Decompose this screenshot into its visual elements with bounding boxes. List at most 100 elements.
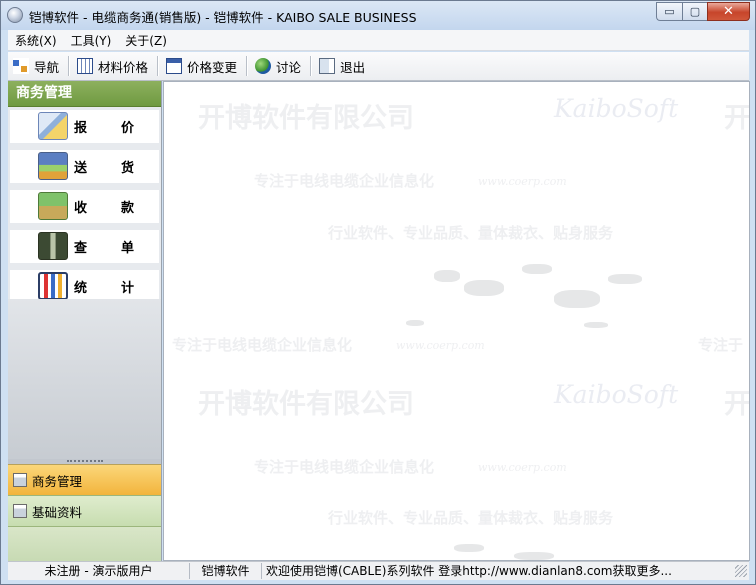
globe-icon <box>255 58 272 74</box>
app-icon[interactable] <box>7 7 23 23</box>
splash-blob <box>406 320 424 326</box>
navigation-panel: 商务管理 报价 送货 收款 查单 统计 商务管理 基础资料 <box>8 81 162 562</box>
toolbar-navigation-label: 导航 <box>34 59 60 75</box>
module-label-char: 收 <box>74 201 88 216</box>
panel-tab-label: 基础资料 <box>32 504 83 520</box>
module-item-search[interactable]: 查单 <box>10 230 159 263</box>
main-workspace: 开博软件有限公司 KaiboSoft 开 专注于电线电缆企业信息化 www.co… <box>163 81 750 561</box>
module-label-char: 统 <box>74 281 88 296</box>
module-label: 送货 <box>74 157 134 176</box>
clipboard-icon <box>13 473 27 487</box>
grip-dots <box>66 459 103 464</box>
watermark-service: 行业软件、专业品质、量体裁衣、贴身服务 <box>328 509 614 527</box>
delivery-truck-icon <box>38 152 68 180</box>
toolbar-navigation-button[interactable]: 导航 <box>8 54 66 78</box>
module-label-char: 查 <box>74 241 88 256</box>
title-bar[interactable]: 铠博软件 - 电缆商务通(销售版) - 铠博软件 - KAIBO SALE BU… <box>1 1 755 30</box>
menu-about[interactable]: 关于(Z) <box>118 32 174 49</box>
toolbar-separator <box>310 56 313 76</box>
cash-icon <box>38 192 68 220</box>
splash-blob <box>608 274 642 284</box>
watermark-slogan: 专注于电线电缆企业信息化 <box>254 458 435 476</box>
toolbar-discuss-label: 讨论 <box>276 59 302 75</box>
watermark-logo: KaiboSoft <box>554 94 679 123</box>
module-label-char: 送 <box>74 161 88 176</box>
splash-blob <box>514 552 554 560</box>
splash-blob <box>434 270 460 282</box>
watermark-logo: KaiboSoft <box>554 380 679 409</box>
watermark-company: 开博软件有限公司 <box>198 103 414 134</box>
module-item-delivery[interactable]: 送货 <box>10 150 159 183</box>
module-label-char: 价 <box>120 121 134 136</box>
watermark-company: 开博软件有限公司 <box>198 389 414 420</box>
navigation-icon <box>13 58 29 74</box>
toolbar-material-price-button[interactable]: 材料价格 <box>72 54 155 78</box>
maximize-button[interactable]: ▢ <box>682 2 707 21</box>
watermark-company-partial: 开 <box>724 389 750 420</box>
grid-icon <box>77 58 94 74</box>
splash-blob <box>584 322 608 328</box>
window-controls: ▭ ▢ ✕ <box>656 2 750 21</box>
module-item-quote[interactable]: 报价 <box>10 110 159 143</box>
panel-empty-area <box>8 299 161 463</box>
module-label: 报价 <box>74 117 134 136</box>
watermark-slogan: 专注于电线电缆企业信息化 <box>254 172 435 190</box>
module-label-char: 单 <box>120 241 134 256</box>
status-registration: 未注册 - 演示版用户 <box>8 563 190 579</box>
status-bar: 未注册 - 演示版用户 铠博软件 欢迎使用铠博(CABLE)系列软件 登录htt… <box>8 561 749 580</box>
minimize-icon: ▭ <box>664 5 675 18</box>
splash-graphic <box>394 250 674 340</box>
menu-system[interactable]: 系统(X) <box>8 32 64 49</box>
splash-blob <box>554 290 600 308</box>
panel-tab-label: 商务管理 <box>32 473 83 489</box>
toolbar-discuss-button[interactable]: 讨论 <box>250 54 308 78</box>
panel-tab-basic-data[interactable]: 基础资料 <box>8 495 161 526</box>
menu-tools[interactable]: 工具(Y) <box>64 32 119 49</box>
app-window: 铠博软件 - 电缆商务通(销售版) - 铠博软件 - KAIBO SALE BU… <box>0 0 756 585</box>
minimize-button[interactable]: ▭ <box>656 2 682 21</box>
toolbar-separator <box>246 56 249 76</box>
window-title: 铠博软件 - 电缆商务通(销售版) - 铠博软件 - KAIBO SALE BU… <box>29 10 417 25</box>
toolbar-material-price-label: 材料价格 <box>98 59 149 75</box>
resize-grip-icon[interactable] <box>735 565 747 577</box>
bar-chart-icon <box>38 272 68 300</box>
module-list: 报价 送货 收款 查单 统计 <box>8 107 161 303</box>
close-icon: ✕ <box>723 4 734 19</box>
toolbar-separator <box>68 56 71 76</box>
module-label: 统计 <box>74 277 134 296</box>
watermark-company-partial: 开 <box>724 103 750 134</box>
splash-blob <box>522 264 552 274</box>
module-item-payment[interactable]: 收款 <box>10 190 159 223</box>
watermark-slogan-partial: 专注于 <box>698 336 744 354</box>
module-label-char: 报 <box>74 121 88 136</box>
module-label-char: 货 <box>120 161 134 176</box>
binoculars-icon <box>38 232 68 260</box>
close-button[interactable]: ✕ <box>707 2 750 21</box>
module-label-char: 款 <box>120 201 134 216</box>
splash-blob <box>454 544 484 552</box>
watermark-service: 行业软件、专业品质、量体裁衣、贴身服务 <box>328 224 614 242</box>
module-label: 查单 <box>74 237 134 256</box>
exit-icon <box>319 58 336 74</box>
module-label-char: 计 <box>120 281 134 296</box>
quote-icon <box>38 112 68 140</box>
document-icon <box>13 504 27 518</box>
toolbar-exit-button[interactable]: 退出 <box>314 54 372 78</box>
toolbar-price-change-button[interactable]: 价格变更 <box>161 54 244 78</box>
toolbar: 导航 材料价格 价格变更 讨论 退出 <box>8 52 749 81</box>
module-label: 收款 <box>74 197 134 216</box>
panel-tab-business[interactable]: 商务管理 <box>8 464 161 495</box>
watermark-url: www.coerp.com <box>478 175 567 188</box>
table-icon <box>166 58 183 74</box>
watermark-url: www.coerp.com <box>396 339 485 352</box>
watermark-slogan: 专注于电线电缆企业信息化 <box>172 336 353 354</box>
panel-header: 商务管理 <box>8 81 161 107</box>
status-company: 铠博软件 <box>190 563 262 579</box>
menu-bar: 系统(X) 工具(Y) 关于(Z) <box>8 30 749 51</box>
splash-blob <box>464 280 504 296</box>
toolbar-exit-label: 退出 <box>340 59 366 75</box>
toolbar-price-change-label: 价格变更 <box>187 59 238 75</box>
maximize-icon: ▢ <box>689 5 701 18</box>
status-message: 欢迎使用铠博(CABLE)系列软件 登录http://www.dianlan8.… <box>266 564 672 578</box>
watermark-url: www.coerp.com <box>478 461 567 474</box>
